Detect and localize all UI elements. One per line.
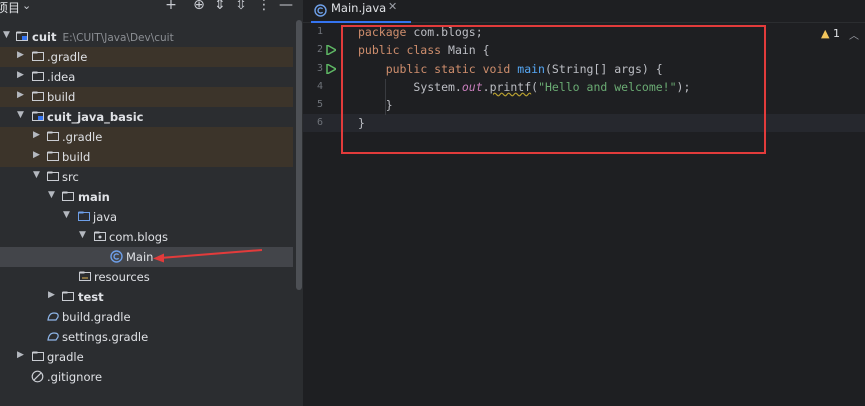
ignore-file-icon: [31, 370, 44, 383]
highlight-box: [341, 25, 766, 154]
chevron-down-icon[interactable]: ▼: [33, 170, 40, 180]
folder-icon: [32, 91, 44, 101]
java-class-icon: [110, 250, 123, 263]
tree-item-main[interactable]: ▼ main: [0, 187, 293, 207]
folder-icon: [47, 131, 59, 141]
tree-item-module-gradle[interactable]: ▶ .gradle: [0, 127, 293, 147]
tab-label: Main.java: [331, 1, 387, 15]
chevron-down-icon[interactable]: ⌄: [22, 0, 31, 12]
module-folder-icon: [32, 111, 44, 121]
tree-item-gradle-dir[interactable]: ▶ .gradle: [0, 47, 293, 67]
gradle-file-icon: [47, 311, 60, 321]
tree-item-resources[interactable]: resources: [0, 267, 293, 287]
tree-item-test[interactable]: ▶ test: [0, 287, 293, 307]
tree-item-com-blogs[interactable]: ▼ com.blogs: [0, 227, 293, 247]
tree-item-label: .gitignore: [47, 370, 103, 384]
tree-item-label: main: [78, 190, 110, 204]
minimize-icon[interactable]: —: [277, 0, 295, 13]
tree-item-cuit-java-basic[interactable]: ▼ cuit_java_basic: [0, 107, 293, 127]
chevron-right-icon[interactable]: ▶: [33, 150, 40, 160]
tree-item-label: cuit_java_basic: [47, 110, 144, 124]
project-path: E:\CUIT\Java\Dev\cuit: [62, 32, 174, 44]
line-number: 6: [316, 117, 323, 128]
source-folder-icon: [78, 211, 90, 221]
folder-icon: [47, 151, 59, 161]
expand-all-icon[interactable]: ⇕: [211, 0, 229, 13]
more-options-icon[interactable]: ⋮: [255, 0, 273, 13]
chevron-right-icon[interactable]: ▶: [17, 50, 24, 60]
tree-item-label: .gradle: [47, 50, 88, 64]
tree-item-label: .gradle: [62, 130, 103, 144]
chevron-down-icon[interactable]: ▼: [48, 190, 55, 200]
tree-item-gitignore[interactable]: .gitignore: [0, 367, 293, 387]
collapse-all-icon[interactable]: ⇳: [232, 0, 250, 13]
tree-item-build[interactable]: ▶ build: [0, 87, 293, 107]
chevron-right-icon[interactable]: ▶: [17, 70, 24, 80]
editor-tab-bar: Main.java ✕: [303, 0, 865, 23]
folder-icon: [32, 351, 44, 361]
chevron-up-icon[interactable]: ︿: [849, 27, 859, 42]
line-number: 4: [316, 81, 323, 92]
chevron-right-icon[interactable]: ▶: [17, 350, 24, 360]
project-panel: 项目 ⌄ + ⊕ ⇕ ⇳ ⋮ — ▼ cuit E:\CUIT\Java\Dev\…: [0, 0, 303, 406]
warnings-count: 1: [832, 27, 840, 40]
chevron-down-icon[interactable]: ▼: [17, 110, 24, 120]
locate-icon[interactable]: ⊕: [190, 0, 208, 13]
project-scrollbar[interactable]: [296, 20, 302, 290]
project-panel-title[interactable]: 项目: [0, 0, 20, 16]
tree-item-idea[interactable]: ▶ .idea: [0, 67, 293, 87]
folder-icon: [32, 51, 44, 61]
folder-icon: [62, 291, 74, 301]
chevron-down-icon[interactable]: ▼: [3, 30, 10, 40]
tab-main-java[interactable]: Main.java ✕: [311, 0, 411, 23]
tree-item-java[interactable]: ▼ java: [0, 207, 293, 227]
tree-item-gradle[interactable]: ▶ gradle: [0, 347, 293, 367]
run-icon[interactable]: [326, 45, 336, 55]
tree-item-label: java: [93, 210, 118, 224]
package-icon: [94, 231, 106, 241]
add-icon[interactable]: +: [162, 0, 180, 13]
tree-item-label: build: [62, 150, 91, 164]
tree-item-label: settings.gradle: [62, 330, 149, 344]
chevron-down-icon[interactable]: ▼: [79, 230, 86, 240]
tree-item-src[interactable]: ▼ src: [0, 167, 293, 187]
tree-item-label: com.blogs: [109, 230, 169, 244]
folder-icon: [32, 71, 44, 81]
tree-item-cuit[interactable]: ▼ cuit E:\CUIT\Java\Dev\cuit: [0, 27, 293, 47]
java-class-icon: [314, 2, 327, 21]
tree-item-build-gradle[interactable]: build.gradle: [0, 307, 293, 327]
annotation-arrow: [153, 249, 263, 263]
close-icon[interactable]: ✕: [388, 0, 397, 13]
tree-item-label: build.gradle: [62, 310, 131, 324]
run-icon[interactable]: [326, 64, 336, 74]
module-folder-icon: [16, 31, 28, 41]
warnings-indicator[interactable]: ▲ 1: [821, 27, 840, 40]
tree-item-label: test: [78, 290, 104, 304]
tree-item-label: build: [47, 90, 76, 104]
line-number: 5: [316, 99, 323, 110]
tree-item-label: gradle: [47, 350, 84, 364]
line-number: 3: [316, 63, 323, 74]
chevron-right-icon[interactable]: ▶: [17, 90, 24, 100]
chevron-right-icon[interactable]: ▶: [33, 130, 40, 140]
tree-item-label: resources: [94, 270, 150, 284]
tree-item-label: .idea: [47, 70, 76, 84]
resources-folder-icon: [79, 271, 91, 281]
tree-item-label: cuit: [32, 30, 57, 44]
folder-icon: [62, 191, 74, 201]
tree-item-module-build[interactable]: ▶ build: [0, 147, 293, 167]
active-tab-indicator: [311, 21, 411, 23]
chevron-down-icon[interactable]: ▼: [63, 210, 70, 220]
line-number: 1: [316, 26, 323, 37]
line-number: 2: [316, 44, 323, 55]
gradle-file-icon: [47, 331, 60, 341]
warning-icon: ▲: [821, 27, 830, 40]
tree-item-label: src: [62, 170, 79, 184]
folder-icon: [47, 171, 59, 181]
chevron-right-icon[interactable]: ▶: [48, 290, 55, 300]
tree-item-settings-gradle[interactable]: settings.gradle: [0, 327, 293, 347]
project-panel-header: 项目 ⌄ + ⊕ ⇕ ⇳ ⋮ —: [0, 0, 303, 16]
